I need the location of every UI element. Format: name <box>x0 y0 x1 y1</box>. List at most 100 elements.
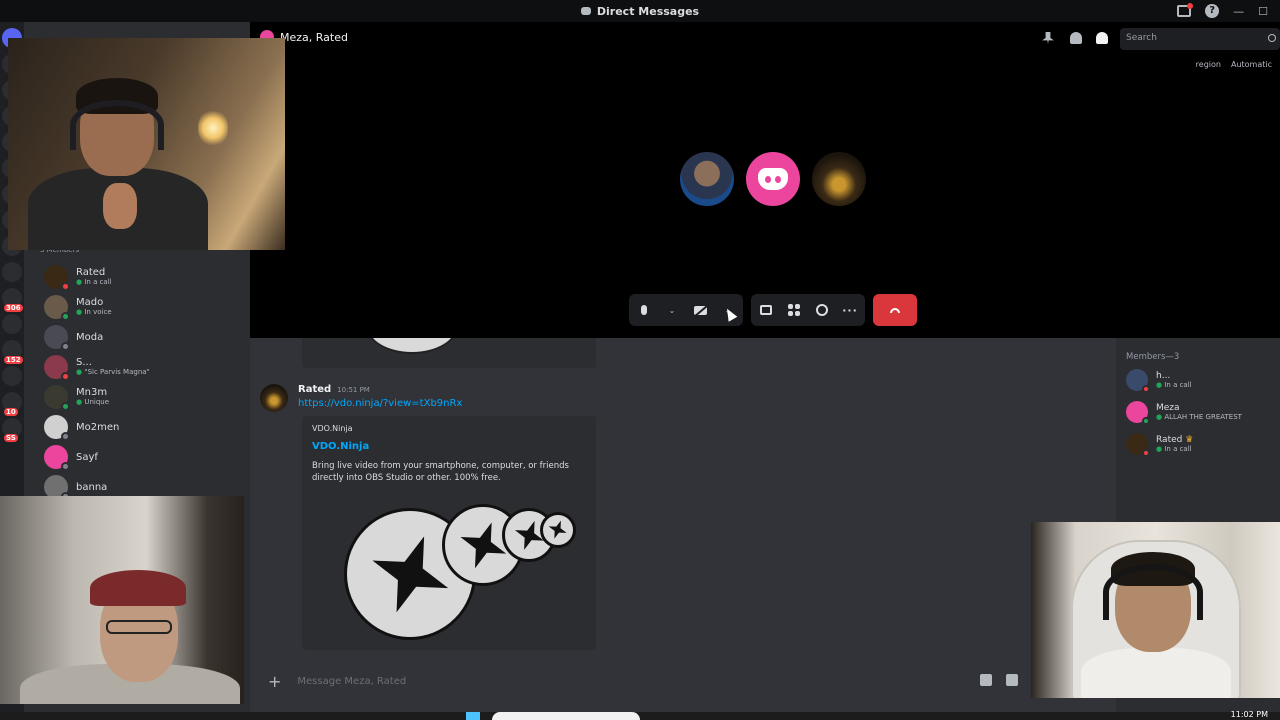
avatar <box>1126 369 1150 393</box>
webcam-overlay-guest <box>0 496 244 704</box>
hangup-icon <box>890 307 900 313</box>
dm-list: Rated ● In a call Mado ● In voice Moda S..… <box>40 262 240 502</box>
maximize-button[interactable]: ☐ <box>1258 5 1268 18</box>
dm-item-rated[interactable]: Rated ● In a call <box>40 262 240 292</box>
status-indicator <box>1142 417 1150 425</box>
dm-item-mo2men[interactable]: Mo2men <box>40 412 240 442</box>
camera-off-icon <box>693 305 707 315</box>
server-initials: SS <box>4 434 18 442</box>
region-label: region <box>1195 60 1221 69</box>
participant-avatar[interactable] <box>812 152 866 206</box>
participant-avatar[interactable] <box>680 152 734 206</box>
server-icon[interactable]: 306 <box>2 288 23 312</box>
inbox-icon[interactable] <box>1177 3 1194 17</box>
window-title-text: Direct Messages <box>596 4 700 18</box>
minimize-button[interactable]: — <box>1233 5 1244 18</box>
status-indicator <box>1142 385 1150 393</box>
member-item[interactable]: Meza ● ALLAH THE GREATEST <box>1126 398 1270 426</box>
chat-area: Rated 10:51 PM https://vdo.ninja/?view=tX… <box>250 338 1116 712</box>
previous-embed <box>302 338 596 368</box>
start-icon[interactable] <box>466 712 480 720</box>
region-selector[interactable]: region Automatic <box>1196 60 1272 69</box>
pin-icon[interactable] <box>1042 32 1054 44</box>
dm-name: Moda <box>76 331 104 343</box>
member-status: ● ALLAH THE GREATEST <box>1156 412 1242 421</box>
dm-item-sayf[interactable]: Sayf <box>40 442 240 472</box>
taskbar-clock: 11:02 PM <box>1230 710 1268 719</box>
search-icon <box>1268 34 1276 42</box>
dm-status: ● In a call <box>76 278 112 286</box>
ninja-logo-partial <box>366 338 458 354</box>
upload-plus-icon[interactable]: + <box>268 672 281 691</box>
status-indicator <box>61 282 70 291</box>
avatar <box>1126 401 1150 425</box>
window-controls: ? — ☐ <box>1177 0 1280 22</box>
message-composer[interactable]: + Message Meza, Rated <box>260 666 1030 696</box>
dm-item-mado[interactable]: Mado ● In voice <box>40 292 240 322</box>
dm-name: banna <box>76 481 108 493</box>
screen-share-button[interactable] <box>759 303 773 317</box>
avatar <box>1126 433 1150 457</box>
webcam-overlay-guest <box>1031 522 1280 698</box>
region-value[interactable]: Automatic <box>1231 60 1272 69</box>
help-icon[interactable]: ? <box>1205 4 1220 18</box>
camera-button[interactable] <box>693 303 707 317</box>
mute-button[interactable] <box>637 303 651 317</box>
activities-button[interactable] <box>787 303 801 317</box>
message-link[interactable]: https://vdo.ninja/?view=tXb9nRx <box>298 398 462 409</box>
embed-provider[interactable]: VDO.Ninja <box>312 424 586 433</box>
avatar <box>44 445 70 471</box>
dm-item-s[interactable]: S... ● "Sic Parvis Magna" <box>40 352 240 382</box>
server-icon[interactable] <box>2 314 22 334</box>
status-indicator <box>61 342 70 351</box>
member-name: h... <box>1156 370 1171 381</box>
members-list-icon[interactable] <box>1096 32 1108 44</box>
dm-name: Mado <box>76 297 104 308</box>
call-participants <box>680 152 866 206</box>
dm-item-moda[interactable]: Moda <box>40 322 240 352</box>
gif-icon[interactable] <box>1006 674 1018 686</box>
avatar[interactable] <box>260 384 288 412</box>
member-status: ● In a call <box>1156 444 1192 453</box>
dm-name: Mn3m <box>76 387 108 398</box>
call-title: Meza, Rated <box>280 30 348 44</box>
dm-status: ● "Sic Parvis Magna" <box>76 368 150 376</box>
ninja-star-icon <box>540 512 576 548</box>
embed-title[interactable]: VDO.Ninja <box>312 441 586 452</box>
soundboard-icon <box>816 304 828 316</box>
unread-badge: 306 <box>4 304 23 312</box>
server-icon[interactable]: SS <box>2 418 22 442</box>
embed-image[interactable] <box>342 498 602 640</box>
server-icon[interactable]: 152 <box>2 340 23 364</box>
member-item[interactable]: Rated ♛ ● In a call <box>1126 430 1270 458</box>
server-icon[interactable] <box>2 262 22 282</box>
link-embed: VDO.Ninja VDO.Ninja Bring live video fro… <box>302 416 596 650</box>
participant-avatar[interactable] <box>746 152 800 206</box>
dm-name: Rated <box>76 267 106 278</box>
chevron-down-icon[interactable]: ⌄ <box>665 303 679 317</box>
status-indicator <box>61 462 70 471</box>
server-icon[interactable] <box>2 366 22 386</box>
search-input[interactable]: Search <box>1120 28 1280 50</box>
server-icon[interactable]: 10 <box>2 392 22 416</box>
message-author[interactable]: Rated 10:51 PM <box>298 384 462 395</box>
unread-badge: 10 <box>4 408 18 416</box>
members-header: Members—3 <box>1126 352 1180 362</box>
discord-logo-icon <box>758 168 788 190</box>
call-actions: ··· <box>751 294 865 326</box>
status-indicator <box>1142 449 1150 457</box>
gift-icon[interactable] <box>980 674 992 686</box>
crown-icon: ♛ <box>1185 434 1194 445</box>
taskbar-search[interactable] <box>492 712 640 720</box>
add-friends-icon[interactable] <box>1070 32 1082 44</box>
more-options-button[interactable]: ··· <box>842 303 857 317</box>
message: Rated 10:51 PM https://vdo.ninja/?view=tX… <box>260 384 462 412</box>
message-timestamp: 10:51 PM <box>337 386 370 394</box>
soundboard-button[interactable] <box>815 303 829 317</box>
dm-name: S... <box>76 357 92 368</box>
member-item[interactable]: h... ● In a call <box>1126 366 1270 394</box>
dm-item-mn3m[interactable]: Mn3m ● Unique <box>40 382 240 412</box>
status-indicator <box>61 372 70 381</box>
member-name: Meza <box>1156 402 1180 413</box>
disconnect-button[interactable] <box>873 294 917 326</box>
